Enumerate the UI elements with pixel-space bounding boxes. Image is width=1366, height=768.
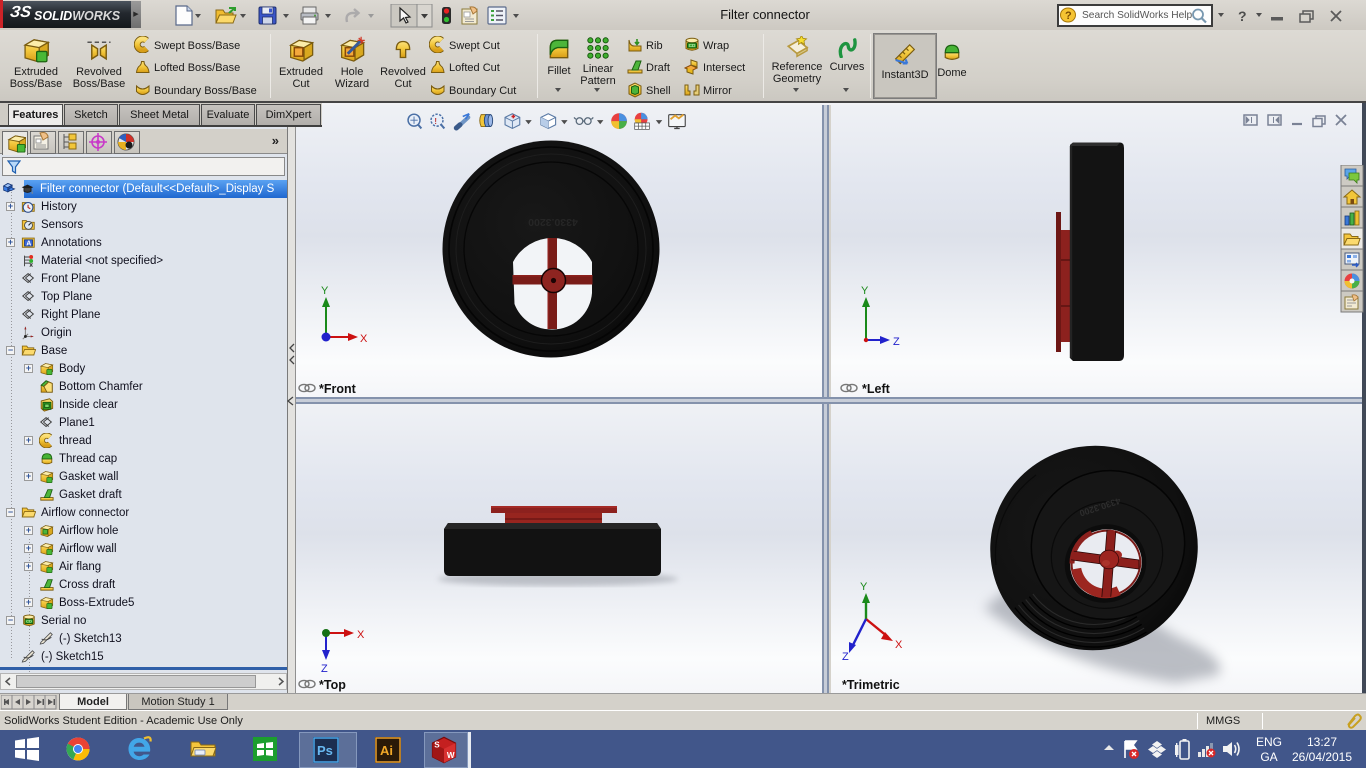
svg-text:Y: Y	[321, 285, 329, 297]
svg-text:X: X	[357, 629, 365, 641]
svg-text:Z: Z	[321, 663, 328, 675]
svg-text:*Trimetric: *Trimetric	[842, 678, 900, 692]
svg-text:4330.3200: 4330.3200	[528, 216, 578, 228]
svg-text:?: ?	[1065, 10, 1072, 22]
svg-text:*Top: *Top	[319, 678, 346, 692]
svg-text:Z: Z	[842, 651, 849, 663]
svg-text:Z: Z	[893, 336, 900, 348]
svg-text:W: W	[447, 751, 455, 760]
svg-text:*Left: *Left	[862, 382, 891, 396]
svg-text:*Front: *Front	[319, 382, 357, 396]
svg-text:X: X	[360, 333, 368, 345]
svg-text:Ps: Ps	[317, 743, 333, 758]
svg-text:Y: Y	[860, 581, 868, 593]
svg-text:Y: Y	[861, 285, 869, 297]
svg-text:Ai: Ai	[380, 743, 393, 758]
svg-text:S: S	[434, 741, 440, 750]
svg-text:!: !	[434, 117, 437, 126]
svg-text:X: X	[895, 639, 903, 651]
